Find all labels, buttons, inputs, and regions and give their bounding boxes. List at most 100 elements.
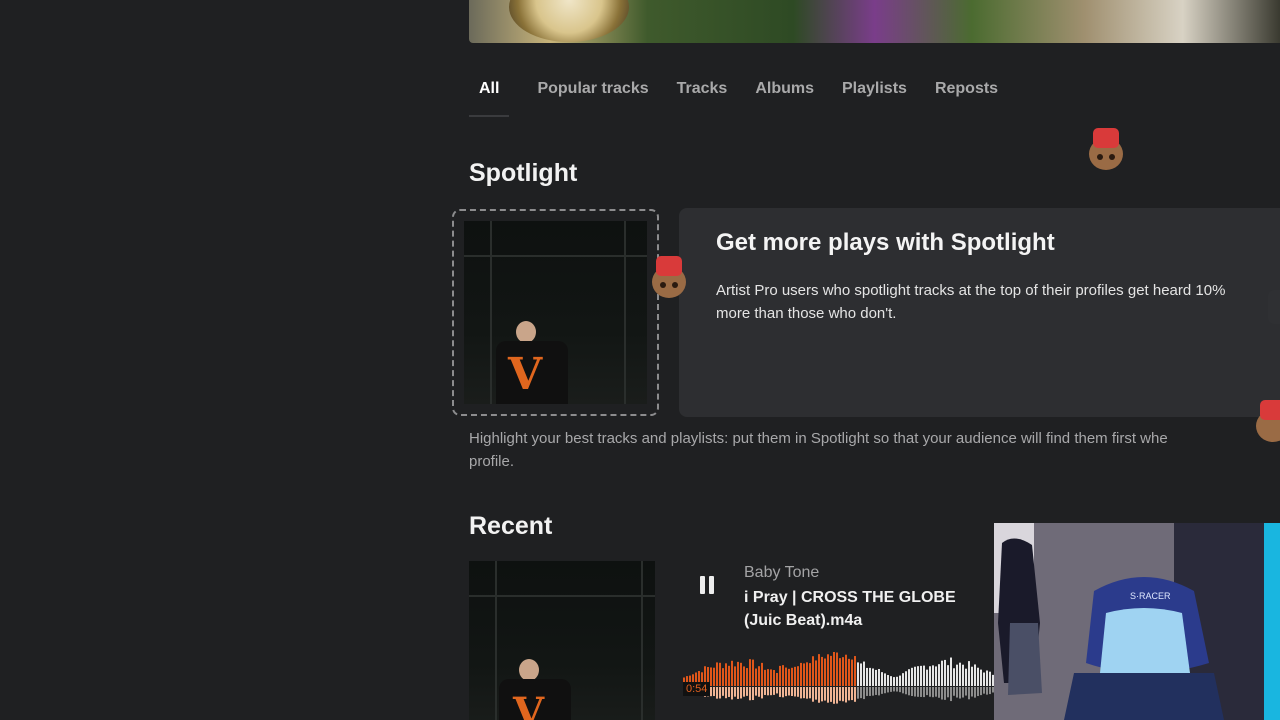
waveform-bar [803, 663, 805, 686]
waveform-bar [947, 665, 949, 686]
waveform-bar [890, 676, 892, 686]
waveform-bar [845, 654, 847, 686]
waveform-bar-reflection [779, 687, 781, 697]
waveform-bar [860, 663, 862, 686]
waveform-bar [953, 668, 955, 686]
tab-reposts[interactable]: Reposts [935, 70, 998, 117]
waveform-bar [878, 668, 880, 686]
webcam-overlay: S·RACER [994, 523, 1280, 720]
waveform-bar [734, 666, 736, 686]
waveform-bar [914, 666, 916, 686]
waveform-bar-reflection [935, 687, 937, 697]
waveform-bar-reflection [938, 687, 940, 698]
waveform-bar [971, 666, 973, 686]
waveform-bar [857, 662, 859, 686]
waveform-bar [935, 666, 937, 686]
tab-popular-tracks[interactable]: Popular tracks [537, 70, 648, 117]
waveform-bar [917, 666, 919, 686]
waveform-bar [887, 675, 889, 686]
waveform-bar-reflection [941, 687, 943, 700]
waveform-bar [950, 657, 952, 686]
waveform-bar [848, 658, 850, 686]
waveform-bar [869, 667, 871, 686]
waveform-bar [824, 658, 826, 686]
tab-tracks[interactable]: Tracks [677, 70, 728, 117]
waveform-bar [731, 660, 733, 686]
waveform-bar-reflection [728, 687, 730, 697]
waveform-bar-reflection [713, 687, 715, 697]
track-title[interactable]: i Pray | CROSS THE GLOBE (Juic Beat).m4a [744, 586, 996, 632]
waveform-bar-reflection [932, 687, 934, 698]
waveform-bar [929, 666, 931, 686]
waveform-bar [743, 666, 745, 686]
spotlight-heading: Spotlight [469, 159, 578, 187]
waveform-bar-reflection [803, 687, 805, 699]
waveform-bar-reflection [746, 687, 748, 696]
waveform-bar-reflection [821, 687, 823, 702]
waveform-bar [758, 666, 760, 686]
waveform-bar-reflection [881, 687, 883, 694]
waveform-bar [902, 673, 904, 686]
tab-all[interactable]: All [469, 70, 510, 117]
spotlight-promo-text: Artist Pro users who spotlight tracks at… [716, 282, 1226, 322]
waveform-bar [761, 662, 763, 686]
waveform-bar [920, 665, 922, 686]
waveform-bar-reflection [923, 687, 925, 698]
waveform-bar [818, 654, 820, 686]
waveform-bar-reflection [845, 687, 847, 703]
pause-button[interactable] [694, 572, 720, 598]
waveform-bar [728, 665, 730, 686]
waveform-bar [968, 661, 970, 686]
waveform-bar-reflection [788, 687, 790, 696]
waveform-bar-reflection [734, 687, 736, 697]
waveform-bar-reflection [755, 687, 757, 696]
waveform-bar-reflection [875, 687, 877, 695]
waveform-bar [893, 677, 895, 686]
waveform-bar-reflection [884, 687, 886, 694]
spotlight-artwork-dropzone[interactable]: V [452, 209, 659, 416]
waveform-bar-reflection [815, 687, 817, 700]
recent-track-artwork[interactable]: V [469, 561, 655, 720]
waveform-bar-reflection [731, 687, 733, 700]
waveform-bar-reflection [833, 687, 835, 704]
waveform-bar [782, 665, 784, 686]
waveform-bar [767, 669, 769, 686]
waveform-bar-reflection [869, 687, 871, 696]
waveform-bar-reflection [857, 687, 859, 699]
carousel-next-handle[interactable] [1268, 290, 1280, 324]
waveform-bar-reflection [899, 687, 901, 693]
waveform-bar-reflection [794, 687, 796, 697]
waveform-bar [827, 654, 829, 686]
waveform-bar-reflection [929, 687, 931, 697]
waveform-bar [830, 655, 832, 686]
track-waveform[interactable] [683, 650, 995, 716]
waveform-bar-reflection [863, 687, 865, 700]
waveform-bar [746, 668, 748, 686]
waveform-bar-reflection [812, 687, 814, 702]
waveform-bar-reflection [887, 687, 889, 693]
waveform-bar-reflection [791, 687, 793, 696]
waveform-bar-reflection [968, 687, 970, 700]
svg-text:S·RACER: S·RACER [1130, 591, 1171, 601]
waveform-bar [965, 668, 967, 686]
waveform-bar-reflection [725, 687, 727, 699]
waveform-bar-reflection [962, 687, 964, 698]
waveform-bar [764, 669, 766, 686]
track-artist[interactable]: Baby Tone [744, 564, 819, 582]
waveform-bar [896, 676, 898, 686]
waveform-bar [938, 664, 940, 686]
webcam-scene: S·RACER [994, 523, 1280, 720]
waveform-bar [911, 667, 913, 686]
waveform-bar [779, 665, 781, 686]
waveform-bar-reflection [761, 687, 763, 699]
waveform-bar [812, 656, 814, 686]
tab-playlists[interactable]: Playlists [842, 70, 907, 117]
waveform-bar-reflection [893, 687, 895, 692]
waveform-bar [737, 661, 739, 686]
waveform-bar [842, 657, 844, 686]
waveform-bar-reflection [872, 687, 874, 696]
waveform-bar-reflection [836, 687, 838, 704]
waveform-bar [725, 663, 727, 686]
tab-albums[interactable]: Albums [755, 70, 814, 117]
waveform-bar-reflection [830, 687, 832, 702]
